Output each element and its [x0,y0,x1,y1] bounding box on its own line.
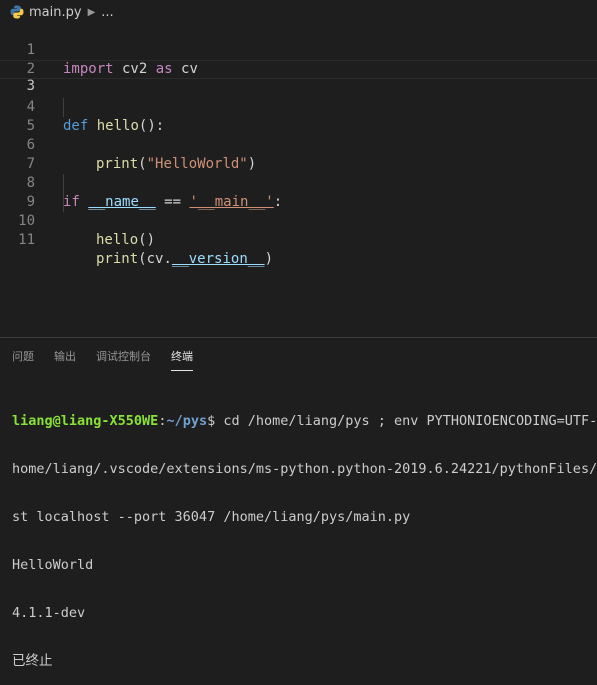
code-editor[interactable]: 1 import cv2 as cv 2 3 4 def hello(): 5 … [0,22,597,337]
indent-guide [63,174,64,193]
code-line: 6 [0,117,597,153]
function-name: hello [96,232,139,248]
terminal-line: home/liang/.vscode/extensions/ms-python.… [12,461,597,477]
code-line: 7 [0,136,597,172]
code-text: . [163,251,172,267]
code-line: 11 [0,212,597,248]
indent-guide [63,98,64,117]
attribute: __version__ [171,251,265,267]
line-number: 11 [18,232,35,248]
code-line: 10 print(cv.__version__) [0,193,597,267]
code-line: 1 import cv2 as cv [0,22,597,77]
code-line: 4 def hello(): [0,79,597,134]
code-line: 9 hello() [0,174,597,248]
tab-output[interactable]: 输出 [54,348,76,364]
terminal-path: ~/pys [166,413,208,429]
terminal-line: st localhost --port 36047 /home/liang/py… [12,509,411,525]
panel-tab-bar: 问题 输出 调试控制台 终端 [0,338,597,372]
code-text: () [138,232,156,248]
python-file-icon [10,5,24,19]
code-line: 5 print("HelloWorld") [0,98,597,172]
chevron-right-icon: ▶ [87,6,96,18]
tab-debug-console[interactable]: 调试控制台 [96,348,151,364]
code-text: cv [146,251,164,267]
code-text: ( [138,251,147,267]
code-text: ) [264,251,274,267]
indent-guide [63,193,64,212]
terminal-line: HelloWorld [12,557,94,573]
tab-terminal[interactable]: 终端 [171,348,193,371]
terminal-line: 4.1.1-dev [12,605,86,621]
code-line-active: 3 [0,60,597,94]
code-line: 8 if __name__ == '__main__': [0,155,597,210]
breadcrumb: main.py ▶ ... [0,0,597,24]
terminal-line: 已终止 [12,653,53,669]
tab-problems[interactable]: 问题 [12,348,34,364]
terminal-output[interactable]: liang@liang-X550WE:~/pys$ cd /home/liang… [12,381,597,685]
terminal-user: liang@liang-X550WE [12,413,159,429]
terminal-line: liang@liang-X550WE:~/pys$ cd /home/liang… [12,413,597,429]
terminal-command: $ cd /home/liang/pys ; env PYTHONIOENCOD… [207,413,597,429]
code-line: 2 [0,41,597,77]
breadcrumb-filename[interactable]: main.py [29,5,82,20]
function-name: print [96,251,139,267]
breadcrumb-ellipsis[interactable]: ... [101,5,113,20]
